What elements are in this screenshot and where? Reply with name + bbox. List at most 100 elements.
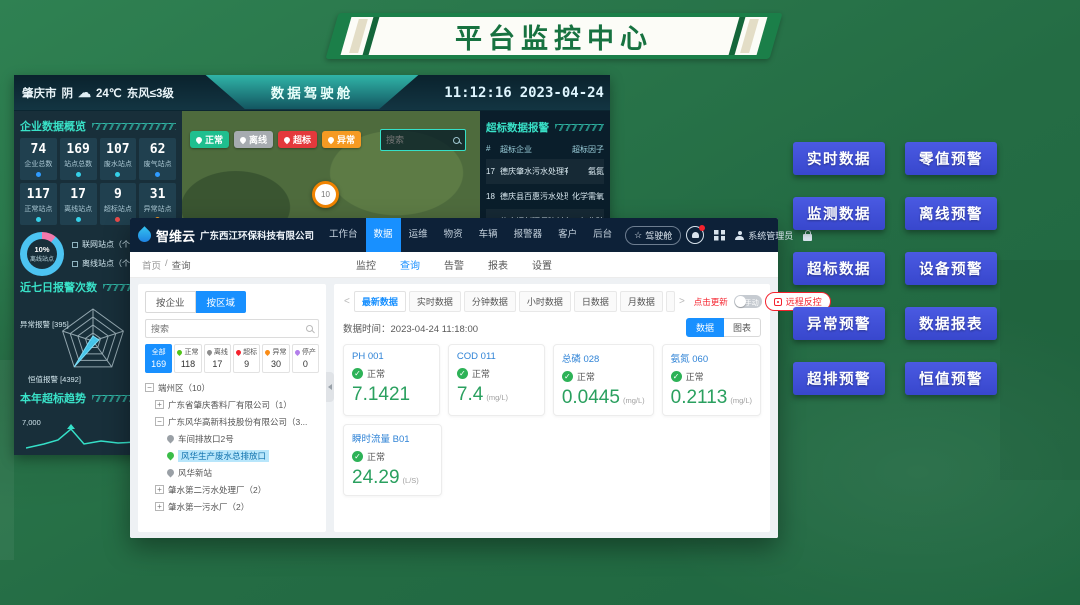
- toggle-label: 手动: [745, 298, 759, 308]
- tab-quarter-data[interactable]: 季数: [666, 291, 675, 312]
- brand-name: 智维云: [156, 226, 195, 245]
- quick-button-abnormal-alert[interactable]: 异常预警: [793, 307, 885, 340]
- expand-icon[interactable]: +: [155, 502, 164, 511]
- col-index: #: [486, 144, 500, 155]
- admin-body: 按企业 按区域 全部169 正常118 离线 17 超标9 异常30 停产0 −端…: [130, 278, 778, 538]
- quick-button-overlimit-data[interactable]: 超标数据: [793, 252, 885, 285]
- map-search-box[interactable]: [380, 129, 466, 151]
- nav-item-vehicles[interactable]: 车辆: [471, 218, 506, 252]
- factor-card-cod[interactable]: COD 011 ✓正常 7.4(mg/L): [448, 344, 545, 416]
- tree-node-outlet[interactable]: 车间排放口2号: [167, 430, 319, 447]
- chip-stopped[interactable]: 停产0: [292, 344, 319, 373]
- tab-realtime-data[interactable]: 实时数据: [409, 291, 461, 312]
- user-icon: [735, 231, 744, 240]
- alarm-table-header: # 超标企业 超标因子: [486, 139, 604, 159]
- chip-abnormal[interactable]: 异常30: [262, 344, 289, 373]
- sidebar-search-input[interactable]: [151, 324, 302, 334]
- nav-item-backend[interactable]: 后台: [585, 218, 620, 252]
- quick-button-offline-alert[interactable]: 离线预警: [905, 197, 997, 230]
- tab-hour-data[interactable]: 小时数据: [519, 291, 571, 312]
- chevron-left-icon[interactable]: <: [343, 296, 351, 307]
- map-cluster-marker[interactable]: 10: [312, 181, 339, 208]
- header-slashes-decor: [555, 124, 604, 131]
- quick-button-realtime-data[interactable]: 实时数据: [793, 142, 885, 175]
- expand-icon[interactable]: +: [155, 485, 164, 494]
- filter-chip-offline[interactable]: 离线: [234, 131, 273, 148]
- nav-item-materials[interactable]: 物资: [436, 218, 471, 252]
- nav-item-data[interactable]: 数据: [366, 218, 401, 252]
- sidebar-collapse-handle[interactable]: [326, 372, 334, 402]
- search-icon[interactable]: [453, 137, 460, 144]
- notification-bell-icon[interactable]: [686, 226, 704, 244]
- gray-pin-icon: [167, 468, 175, 478]
- sidebar-search-box[interactable]: [145, 319, 319, 338]
- nav-item-ops[interactable]: 运维: [401, 218, 436, 252]
- collapse-icon[interactable]: −: [145, 383, 154, 392]
- tab-by-company[interactable]: 按企业: [145, 291, 196, 313]
- view-data-button[interactable]: 数据: [686, 318, 724, 337]
- nav-item-customers[interactable]: 客户: [550, 218, 585, 252]
- data-query-panel: < 最新数据 实时数据 分钟数据 小时数据 日数据 月数据 季数 > 点击更新 …: [334, 284, 770, 532]
- alarm-header-label: 超标数据报警: [486, 120, 549, 135]
- apps-grid-icon[interactable]: [714, 230, 725, 241]
- alarm-company: 德庆肇水污水处理有...: [500, 166, 568, 177]
- tree-node-outlet-selected[interactable]: 风华生产废水总排放口: [167, 447, 319, 464]
- tree-node-company[interactable]: −广东风华高新科技股份有限公司（3...: [155, 413, 319, 430]
- chip-label: 离线: [249, 133, 267, 146]
- quick-button-overdischarge-alert[interactable]: 超排预警: [793, 362, 885, 395]
- factor-card-ph[interactable]: PH 001 ✓正常 7.1421: [343, 344, 440, 416]
- chip-all[interactable]: 全部169: [145, 344, 172, 373]
- search-icon[interactable]: [306, 325, 313, 332]
- filter-chip-abnormal[interactable]: 异常: [322, 131, 361, 148]
- factor-card-flow[interactable]: 瞬时流量 B01 ✓正常 24.29(L/S): [343, 424, 442, 496]
- quick-button-constant-alert[interactable]: 恒值预警: [905, 362, 997, 395]
- chip-count: 17: [205, 359, 230, 369]
- tab-alert[interactable]: 告警: [444, 257, 464, 272]
- nav-item-alarm-device[interactable]: 报警器: [506, 218, 551, 252]
- factor-card-phosphorus[interactable]: 总磷 028 ✓正常 0.0445(mg/L): [553, 344, 654, 416]
- user-menu[interactable]: 系统管理员: [735, 229, 793, 242]
- update-mode-toggle[interactable]: 手动: [734, 295, 762, 308]
- quick-button-zero-alert[interactable]: 零值预警: [905, 142, 997, 175]
- stat-label: 正常站点: [20, 204, 57, 214]
- tree-label: 肇水第二污水处理厂（2）: [168, 484, 266, 496]
- tree-node-company[interactable]: +肇水第一污水厂（2）: [155, 498, 319, 515]
- chip-offline[interactable]: 离线 17: [204, 344, 231, 373]
- tab-report[interactable]: 报表: [488, 257, 508, 272]
- quick-button-data-report[interactable]: 数据报表: [905, 307, 997, 340]
- cockpit-pill-button[interactable]: ☆ 驾驶舱: [625, 226, 681, 245]
- collapse-icon[interactable]: −: [155, 417, 164, 426]
- stat-card: 107废水站点: [100, 138, 137, 180]
- chip-label: 离线: [214, 347, 228, 357]
- tree-node-district[interactable]: −端州区（10）: [145, 379, 319, 396]
- view-chart-button[interactable]: 图表: [724, 318, 761, 337]
- tree-node-company[interactable]: +广东省肇庆香料厂有限公司（1）: [155, 396, 319, 413]
- tab-minute-data[interactable]: 分钟数据: [464, 291, 516, 312]
- chip-overlimit[interactable]: 超标9: [233, 344, 260, 373]
- tree-node-outlet[interactable]: 风华新站: [167, 464, 319, 481]
- filter-chip-normal[interactable]: 正常: [190, 131, 229, 148]
- tab-month-data[interactable]: 月数据: [620, 291, 663, 312]
- quick-button-device-alert[interactable]: 设备预警: [905, 252, 997, 285]
- chip-normal[interactable]: 正常118: [174, 344, 201, 373]
- alarm-row[interactable]: 18 德庆县百惠污水处理... 化学需氧: [486, 184, 604, 209]
- tab-query[interactable]: 查询: [400, 257, 420, 272]
- expand-icon[interactable]: +: [155, 400, 164, 409]
- filter-chip-overlimit[interactable]: 超标: [278, 131, 317, 148]
- breadcrumb-home[interactable]: 首页: [142, 258, 161, 272]
- quick-button-monitor-data[interactable]: 监测数据: [793, 197, 885, 230]
- tab-by-region[interactable]: 按区域: [196, 291, 247, 313]
- tab-settings[interactable]: 设置: [532, 257, 552, 272]
- tab-monitor[interactable]: 监控: [356, 257, 376, 272]
- tab-day-data[interactable]: 日数据: [574, 291, 617, 312]
- alarm-row[interactable]: 17 德庆肇水污水处理有... 氨氮: [486, 159, 604, 184]
- factor-card-ammonia[interactable]: 氨氮 060 ✓正常 0.2113(mg/L): [662, 344, 761, 416]
- tree-node-company[interactable]: + 肇水第二污水处理厂（2）: [155, 481, 319, 498]
- map-search-input[interactable]: [386, 135, 449, 145]
- nav-item-workbench[interactable]: 工作台: [321, 218, 366, 252]
- dashboard-topbar: 肇庆市 阴 ☁ 24℃ 东风≤3级 数据驾驶舱 11:12:16 2023-04…: [14, 75, 610, 111]
- check-icon: ✓: [562, 371, 573, 382]
- tab-latest-data[interactable]: 最新数据: [354, 291, 406, 312]
- click-update-label[interactable]: 点击更新: [694, 296, 728, 308]
- chevron-right-icon[interactable]: >: [678, 296, 686, 307]
